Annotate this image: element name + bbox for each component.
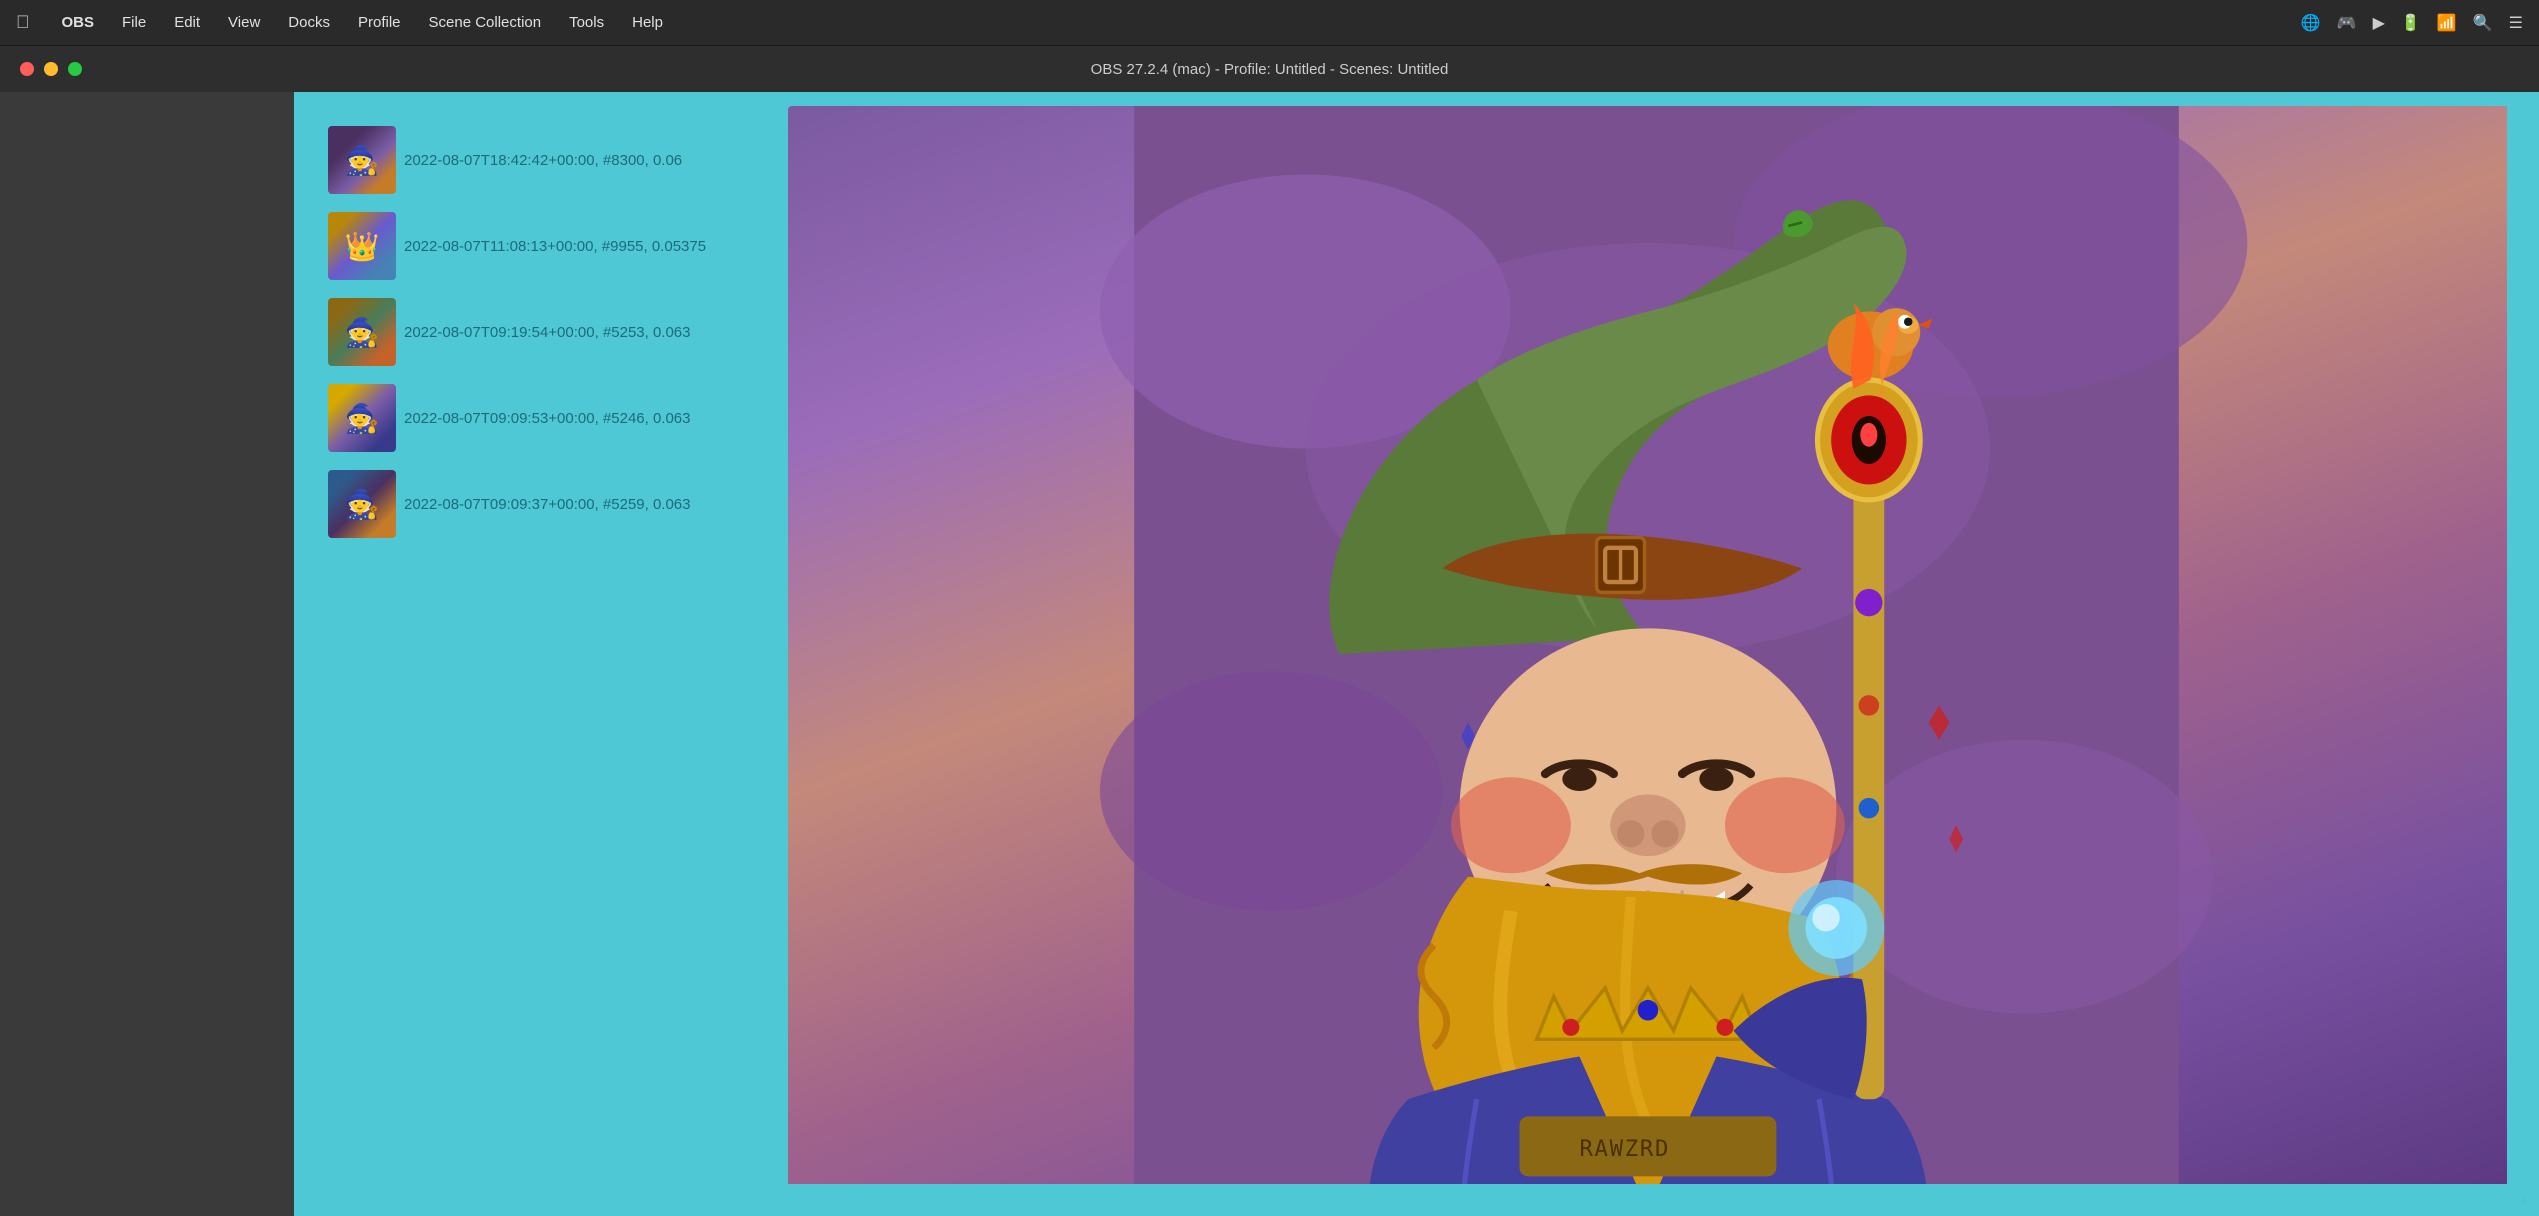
preview-area: 🧙 2022-08-07T18:42:42+00:00, #8300, 0.06 👑… (294, 92, 2539, 1216)
nft-thumbnail: 🧙 (328, 470, 396, 538)
wifi-icon: 📶 (2437, 13, 2457, 33)
menubar-right-icons: 🌐 🎮 ▶ 🔋 📶 🔍 ☰ (2301, 13, 2523, 33)
nft-list-item[interactable]: 🧙 2022-08-07T09:09:53+00:00, #5246, 0.063 (328, 384, 768, 452)
menu-file[interactable]: File (108, 10, 160, 35)
search-icon[interactable]: 🔍 (2473, 13, 2493, 33)
sidebar (0, 92, 294, 1216)
nft-list-item[interactable]: 🧙 2022-08-07T18:42:42+00:00, #8300, 0.06 (328, 126, 768, 194)
nft-list-item[interactable]: 🧙 2022-08-07T09:09:37+00:00, #5259, 0.063 (328, 470, 768, 538)
window-controls (20, 62, 82, 76)
menu-bar:  OBS File Edit View Docks Profile Scene… (0, 0, 2539, 46)
nft-thumbnail: 🧙 (328, 298, 396, 366)
apple-menu[interactable]:  (16, 12, 30, 33)
menu-tools[interactable]: Tools (555, 10, 618, 35)
nft-info-text: 2022-08-07T11:08:13+00:00, #9955, 0.0537… (404, 238, 706, 255)
menu-obs[interactable]: OBS (48, 10, 109, 35)
menu-profile[interactable]: Profile (344, 10, 415, 35)
nft-list-item[interactable]: 🧙 2022-08-07T09:19:54+00:00, #5253, 0.063 (328, 298, 768, 366)
cyan-border-right (2507, 106, 2525, 1202)
battery-icon: 🔋 (2401, 13, 2421, 33)
maximize-button[interactable] (68, 62, 82, 76)
main-image-panel: RAWZRD (788, 106, 2525, 1202)
nft-list-item[interactable]: 👑 2022-08-07T11:08:13+00:00, #9955, 0.053… (328, 212, 768, 280)
menu-scene-collection[interactable]: Scene Collection (415, 10, 556, 35)
title-bar: OBS 27.2.4 (mac) - Profile: Untitled - S… (0, 46, 2539, 92)
main-nft-image: RAWZRD (788, 106, 2525, 1202)
menu-help[interactable]: Help (618, 10, 677, 35)
character-illustration: RAWZRD (788, 106, 2525, 1202)
menu-view[interactable]: View (214, 10, 274, 35)
menu-edit[interactable]: Edit (160, 10, 214, 35)
svg-text:RAWZRD: RAWZRD (1579, 1136, 1670, 1162)
gamepad-icon: 🎮 (2337, 13, 2357, 33)
close-button[interactable] (20, 62, 34, 76)
nft-list-panel: 🧙 2022-08-07T18:42:42+00:00, #8300, 0.06 👑… (308, 106, 768, 1202)
main-content: 🧙 2022-08-07T18:42:42+00:00, #8300, 0.06 👑… (0, 92, 2539, 1216)
nft-thumbnail: 🧙 (328, 384, 396, 452)
nft-thumbnail: 👑 (328, 212, 396, 280)
control-center-icon[interactable]: ☰ (2509, 13, 2523, 33)
nft-info-text: 2022-08-07T18:42:42+00:00, #8300, 0.06 (404, 152, 682, 169)
nft-info-text: 2022-08-07T09:19:54+00:00, #5253, 0.063 (404, 324, 691, 341)
minimize-button[interactable] (44, 62, 58, 76)
nft-thumbnail: 🧙 (328, 126, 396, 194)
window-title: OBS 27.2.4 (mac) - Profile: Untitled - S… (1091, 61, 1449, 78)
menu-docks[interactable]: Docks (274, 10, 344, 35)
nft-info-text: 2022-08-07T09:09:53+00:00, #5246, 0.063 (404, 410, 691, 427)
play-icon: ▶ (2373, 13, 2385, 33)
cyan-border-bottom (788, 1184, 2507, 1202)
nft-info-text: 2022-08-07T09:09:37+00:00, #5259, 0.063 (404, 496, 691, 513)
network-icon: 🌐 (2301, 13, 2321, 33)
